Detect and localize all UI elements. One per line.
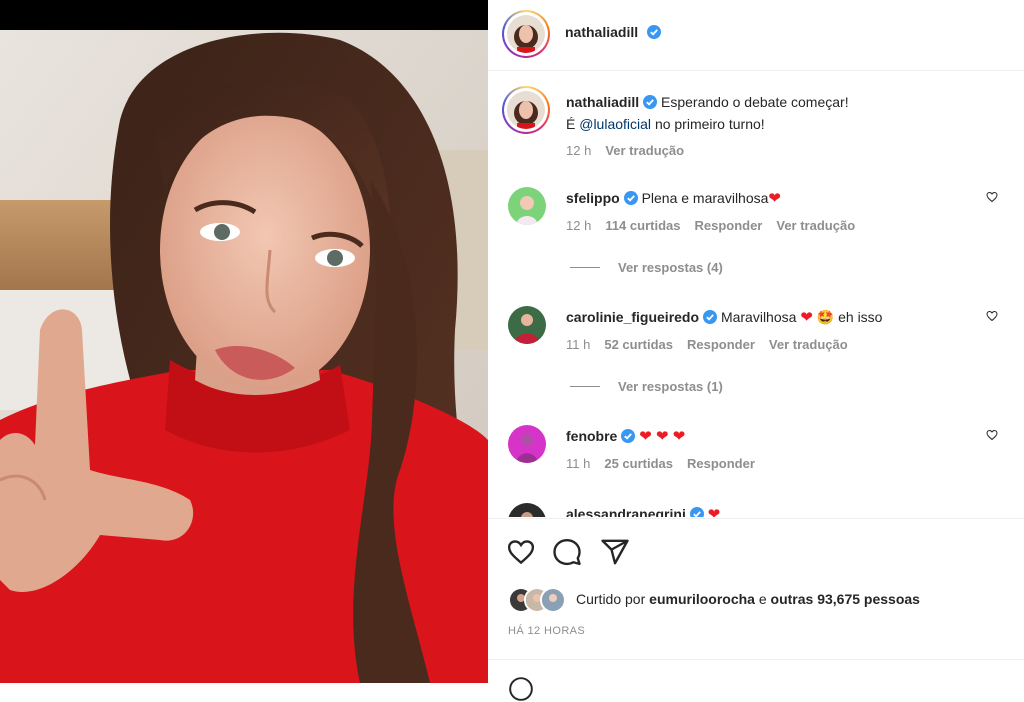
view-replies-button[interactable]: Ver respostas (4) xyxy=(570,260,723,275)
caption-story-ring[interactable] xyxy=(502,86,550,134)
post-header: nathaliadill xyxy=(488,0,1024,71)
comment-avatar[interactable] xyxy=(508,306,546,344)
caption-translate-link[interactable]: Ver tradução xyxy=(605,143,684,158)
reply-button[interactable]: Responder xyxy=(687,456,755,471)
comments-list[interactable]: nathaliadill Esperando o debate começar!… xyxy=(488,71,1024,517)
liked-by-others-link[interactable]: outras 93,675 pessoas xyxy=(771,591,920,607)
red-heart-emoji-icon: ❤ xyxy=(707,506,721,517)
red-heart-emoji-icon: ❤ xyxy=(800,309,813,326)
comment-avatar[interactable] xyxy=(508,425,546,463)
translate-link[interactable]: Ver tradução xyxy=(769,337,848,352)
emoji-icon[interactable] xyxy=(508,676,534,702)
comment-username[interactable]: alessandranegrini xyxy=(566,506,686,517)
comment-text: Maravilhosa xyxy=(720,309,797,325)
replies-divider xyxy=(570,386,600,387)
reply-button[interactable]: Responder xyxy=(694,218,762,233)
red-hearts-emoji-icon: ❤ ❤ ❤ xyxy=(639,428,686,445)
comment-icon[interactable] xyxy=(552,537,582,567)
caption-prefix: É xyxy=(566,116,576,132)
story-ring[interactable] xyxy=(502,10,550,58)
send-icon[interactable] xyxy=(600,537,630,567)
author-username[interactable]: nathaliadill xyxy=(565,24,638,40)
comment-likes-count[interactable]: 114 curtidas xyxy=(605,218,680,233)
caption-suffix: no primeiro turno! xyxy=(654,116,765,132)
verified-badge-icon xyxy=(623,191,638,205)
comment-time[interactable]: 11 h xyxy=(566,337,590,352)
liked-by-prefix: Curtido por xyxy=(576,591,646,607)
post-photo[interactable] xyxy=(0,0,488,683)
verified-badge-icon xyxy=(646,25,661,39)
view-replies-label: Ver respostas (1) xyxy=(618,379,723,394)
heart-icon[interactable] xyxy=(506,537,536,567)
caption-time[interactable]: 12 h xyxy=(566,143,591,158)
comment-avatar[interactable] xyxy=(508,503,546,517)
liker-avatar xyxy=(540,587,566,613)
caption-username[interactable]: nathaliadill xyxy=(566,94,639,110)
red-heart-emoji-icon: ❤ xyxy=(768,190,781,207)
liked-by-row[interactable]: Curtido por eumuriloorocha e outras 93,6… xyxy=(508,587,1008,613)
comment-likes-count[interactable]: 52 curtidas xyxy=(604,337,673,352)
author-avatar[interactable] xyxy=(507,15,545,53)
view-replies-button[interactable]: Ver respostas (1) xyxy=(570,379,723,394)
post-actions: Curtido por eumuriloorocha e outras 93,6… xyxy=(488,518,1024,701)
comment-username[interactable]: carolinie_figueiredo xyxy=(566,309,699,325)
reply-button[interactable]: Responder xyxy=(687,337,755,352)
comment-like-heart-icon[interactable] xyxy=(986,310,998,322)
liked-by-middle: e xyxy=(758,591,767,607)
comment-time[interactable]: 11 h xyxy=(566,456,590,471)
comment-avatar[interactable] xyxy=(508,187,546,225)
view-replies-label: Ver respostas (4) xyxy=(618,260,723,275)
verified-badge-icon xyxy=(643,95,658,109)
verified-badge-icon xyxy=(689,507,704,517)
post-side-panel: nathaliadill nathaliadill Esperando o de… xyxy=(488,0,1024,701)
comment-text: Plena e maravilhosa xyxy=(641,190,769,206)
comment-username[interactable]: fenobre xyxy=(566,428,617,444)
verified-badge-icon xyxy=(621,429,636,443)
translate-link[interactable]: Ver tradução xyxy=(776,218,855,233)
comment-text-after: eh isso xyxy=(838,309,883,325)
comment-username[interactable]: sfelippo xyxy=(566,190,620,206)
comment-like-heart-icon[interactable] xyxy=(986,429,998,441)
add-comment-bar[interactable] xyxy=(488,659,1024,701)
comment-like-heart-icon[interactable] xyxy=(986,191,998,203)
caption-text: Esperando o debate começar! xyxy=(661,94,849,110)
replies-divider xyxy=(570,267,600,268)
comment-time[interactable]: 12 h xyxy=(566,218,591,233)
post-timestamp[interactable]: HÁ 12 HORAS xyxy=(508,625,585,637)
caption-avatar[interactable] xyxy=(507,91,545,129)
post-photo-illustration xyxy=(0,0,488,683)
star-eyes-emoji-icon: 🤩 xyxy=(816,309,835,325)
comment-likes-count[interactable]: 25 curtidas xyxy=(604,456,673,471)
verified-badge-icon xyxy=(703,310,718,324)
liked-by-user-link[interactable]: eumuriloorocha xyxy=(649,591,755,607)
caption-mention-link[interactable]: @lulaoficial xyxy=(579,116,651,132)
